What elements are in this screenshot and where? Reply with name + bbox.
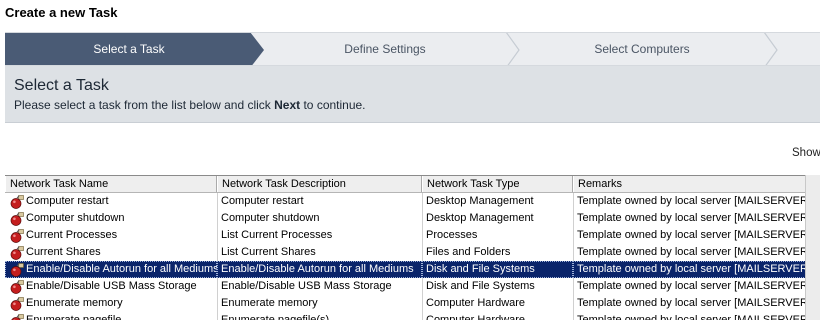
panel-instruction: Please select a task from the list below… bbox=[14, 98, 366, 112]
cell-task-description: Enable/Disable USB Mass Storage bbox=[221, 280, 392, 292]
table-row[interactable]: Current Processes List Current Processes P… bbox=[5, 227, 810, 244]
cell-task-type: Disk and File Systems bbox=[422, 261, 573, 278]
cell-task-description: List Current Processes bbox=[221, 229, 333, 241]
cell-remarks: Template owned by local server [MAILSERV… bbox=[577, 229, 810, 241]
table-row[interactable]: Enumerate pagefile Enumerate pagefile(s) C… bbox=[5, 312, 810, 320]
cell-remarks: Template owned by local server [MAILSERV… bbox=[577, 246, 810, 258]
task-selection-panel: Select a Task Please select a task from … bbox=[5, 66, 820, 123]
cell-task-name: Enable/Disable Autorun for all Mediums bbox=[5, 261, 217, 278]
table-header: Network Task Name Network Task Descripti… bbox=[5, 176, 820, 193]
table-row[interactable]: Current Shares List Current Shares Files a… bbox=[5, 244, 810, 261]
instruction-next-keyword: Next bbox=[274, 98, 301, 112]
page-title: Create a new Task bbox=[5, 5, 118, 20]
cell-task-name: Current Shares bbox=[26, 246, 101, 258]
column-header-type[interactable]: Network Task Type bbox=[422, 176, 573, 192]
cell-task-name: Computer restart bbox=[26, 195, 109, 207]
cell-task-type: Files and Folders bbox=[426, 246, 511, 258]
cell-remarks: Template owned by local server [MAILSERV… bbox=[573, 261, 810, 278]
cell-task-description: Enumerate pagefile(s) bbox=[221, 314, 330, 320]
table-row[interactable]: Enable/Disable Autorun for all Mediums En… bbox=[5, 261, 810, 278]
vertical-scrollbar[interactable] bbox=[805, 175, 820, 320]
cell-task-type: Disk and File Systems bbox=[426, 280, 535, 292]
cell-task-type: Desktop Management bbox=[426, 195, 534, 207]
cell-remarks: Template owned by local server [MAILSERV… bbox=[577, 314, 810, 320]
wizard-step-select-task[interactable]: Select a Task bbox=[5, 33, 253, 65]
cell-remarks: Template owned by local server [MAILSERV… bbox=[577, 297, 810, 309]
chevron-right-icon bbox=[763, 33, 778, 65]
instruction-text-end: to continue. bbox=[300, 98, 366, 112]
panel-heading: Select a Task bbox=[14, 77, 109, 94]
column-header-description[interactable]: Network Task Description bbox=[217, 176, 422, 192]
cell-task-description: Computer shutdown bbox=[221, 212, 320, 224]
table-row[interactable]: Enumerate memory Enumerate memory Computer… bbox=[5, 295, 810, 312]
cell-task-type: Desktop Management bbox=[426, 212, 534, 224]
task-table: Network Task Name Network Task Descripti… bbox=[5, 175, 820, 320]
cell-task-description: Computer restart bbox=[221, 195, 304, 207]
cell-task-description: List Current Shares bbox=[221, 246, 316, 258]
cell-task-name: Current Processes bbox=[26, 229, 118, 241]
column-header-remarks[interactable]: Remarks bbox=[573, 176, 809, 192]
cell-task-description: Enumerate memory bbox=[221, 297, 318, 309]
column-header-name[interactable]: Network Task Name bbox=[5, 176, 217, 192]
wizard-step-define-settings[interactable]: Define Settings bbox=[265, 33, 505, 65]
cell-remarks: Template owned by local server [MAILSERV… bbox=[577, 280, 810, 292]
cell-task-type: Processes bbox=[426, 229, 478, 241]
cell-task-name: Computer shutdown bbox=[26, 212, 125, 224]
cell-task-type: Computer Hardware bbox=[426, 297, 526, 309]
table-row[interactable]: Enable/Disable USB Mass Storage Enable/Di… bbox=[5, 278, 810, 295]
instruction-text-start: Please select a task from the list below… bbox=[14, 98, 275, 112]
chevron-right-icon bbox=[505, 33, 520, 65]
cell-task-name: Enumerate memory bbox=[26, 297, 123, 309]
cell-remarks: Template owned by local server [MAILSERV… bbox=[577, 212, 810, 224]
wizard-steps: Select a Task Define Settings Select Com… bbox=[5, 32, 820, 66]
cell-task-name: Enumerate pagefile bbox=[26, 314, 122, 320]
cell-remarks: Template owned by local server [MAILSERV… bbox=[577, 195, 810, 207]
table-row[interactable]: Computer shutdown Computer shutdown Deskto… bbox=[5, 210, 810, 227]
cell-task-name: Enable/Disable USB Mass Storage bbox=[26, 280, 197, 292]
show-label: Show bbox=[792, 147, 820, 159]
cell-task-type: Computer Hardware bbox=[426, 314, 526, 320]
wizard-step-select-computers[interactable]: Select Computers bbox=[520, 33, 764, 65]
table-row[interactable]: Computer restart Computer restart Desktop … bbox=[5, 193, 810, 210]
cell-task-description: Enable/Disable Autorun for all Mediums bbox=[217, 261, 422, 278]
